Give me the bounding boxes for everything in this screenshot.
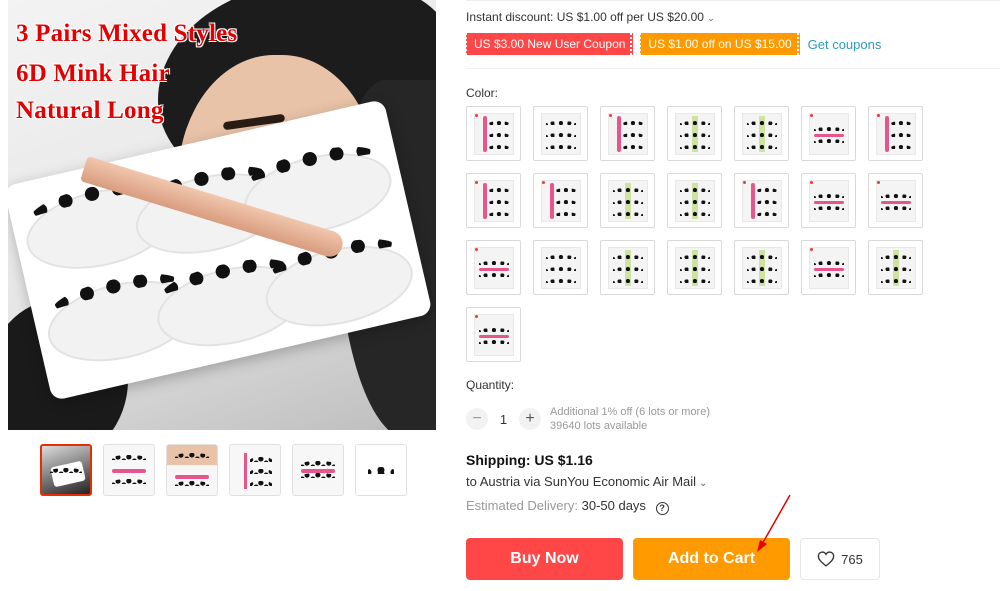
promo-line-2: 6D Mink Hair [16,60,170,87]
coupon-new-user[interactable]: US $3.00 New User Coupon [464,33,636,55]
quantity-info: Additional 1% off (6 lots or more) 39640… [550,405,710,433]
color-swatch[interactable] [801,106,856,161]
chevron-down-icon: ⌄ [707,13,715,23]
wishlist-count: 765 [841,551,863,567]
promo-line-1: 3 Pairs Mixed Styles [16,20,238,47]
color-swatch[interactable] [466,240,521,295]
quantity-minus-button[interactable]: − [466,408,488,430]
thumbnail[interactable] [229,444,281,496]
buy-now-button[interactable]: Buy Now [466,538,623,580]
section-divider [466,68,1000,69]
color-swatch[interactable] [600,173,655,228]
get-coupons-link[interactable]: Get coupons [808,37,882,52]
color-swatch[interactable] [667,106,722,161]
shipping-method-selector[interactable]: to Austria via SunYou Economic Air Mail ⌄ [466,474,707,489]
help-circle-icon[interactable]: ? [655,502,669,515]
coupon-store-discount[interactable]: US $1.00 off on US $15.00 [639,33,802,55]
color-swatch[interactable] [667,240,722,295]
main-product-image[interactable]: 3 Pairs Mixed Styles 6D Mink Hair Natura… [8,0,436,430]
color-swatch[interactable] [466,106,521,161]
color-swatch[interactable] [600,240,655,295]
color-swatch[interactable] [466,307,521,362]
color-swatch[interactable] [533,240,588,295]
thumbnail[interactable] [103,444,155,496]
coupon-row: US $3.00 New User Coupon US $1.00 off on… [464,33,882,55]
color-swatch-grid [466,106,936,362]
color-swatch[interactable] [868,173,923,228]
quantity-plus-button[interactable]: + [519,408,541,430]
wishlist-button[interactable]: 765 [800,538,880,580]
color-swatch[interactable] [801,173,856,228]
shipping-destination: to Austria via SunYou Economic Air Mail [466,474,697,489]
color-swatch[interactable] [801,240,856,295]
color-swatch[interactable] [466,173,521,228]
color-swatch[interactable] [868,106,923,161]
color-swatch[interactable] [533,106,588,161]
instant-discount-text: Instant discount: US $1.00 off per US $2… [466,10,704,24]
color-swatch[interactable] [734,240,789,295]
color-swatch[interactable] [667,173,722,228]
color-swatch[interactable] [600,106,655,161]
chevron-down-icon: ⌄ [699,478,708,489]
estimated-delivery-label: Estimated Delivery: [466,498,578,513]
product-details: Instant discount: US $1.00 off per US $2… [464,0,1000,591]
thumbnail[interactable] [355,444,407,496]
thumbnail[interactable] [166,444,218,496]
color-swatch[interactable] [734,173,789,228]
instant-discount[interactable]: Instant discount: US $1.00 off per US $2… [466,10,715,24]
color-swatch[interactable] [734,106,789,161]
thumbnail[interactable] [292,444,344,496]
top-divider [466,0,1000,1]
thumbnail[interactable] [40,444,92,496]
color-label: Color: [466,86,499,100]
estimated-delivery-days: 30-50 days [581,498,646,513]
quantity-label: Quantity: [466,378,515,392]
thumbnail-strip [40,444,407,496]
add-to-cart-button[interactable]: Add to Cart [633,538,790,580]
bulk-discount-note: Additional 1% off (6 lots or more) [550,406,710,418]
heart-icon [817,551,835,567]
color-swatch[interactable] [868,240,923,295]
lots-available: 39640 lots available [550,420,648,432]
quantity-value[interactable]: 1 [488,412,519,427]
quantity-stepper: − 1 + Additional 1% off (6 lots or more)… [466,405,710,433]
estimated-delivery: Estimated Delivery: 30-50 days ? [466,498,669,515]
shipping-title: Shipping: US $1.16 [466,452,593,468]
promo-line-3: Natural Long [16,97,164,124]
color-swatch[interactable] [533,173,588,228]
